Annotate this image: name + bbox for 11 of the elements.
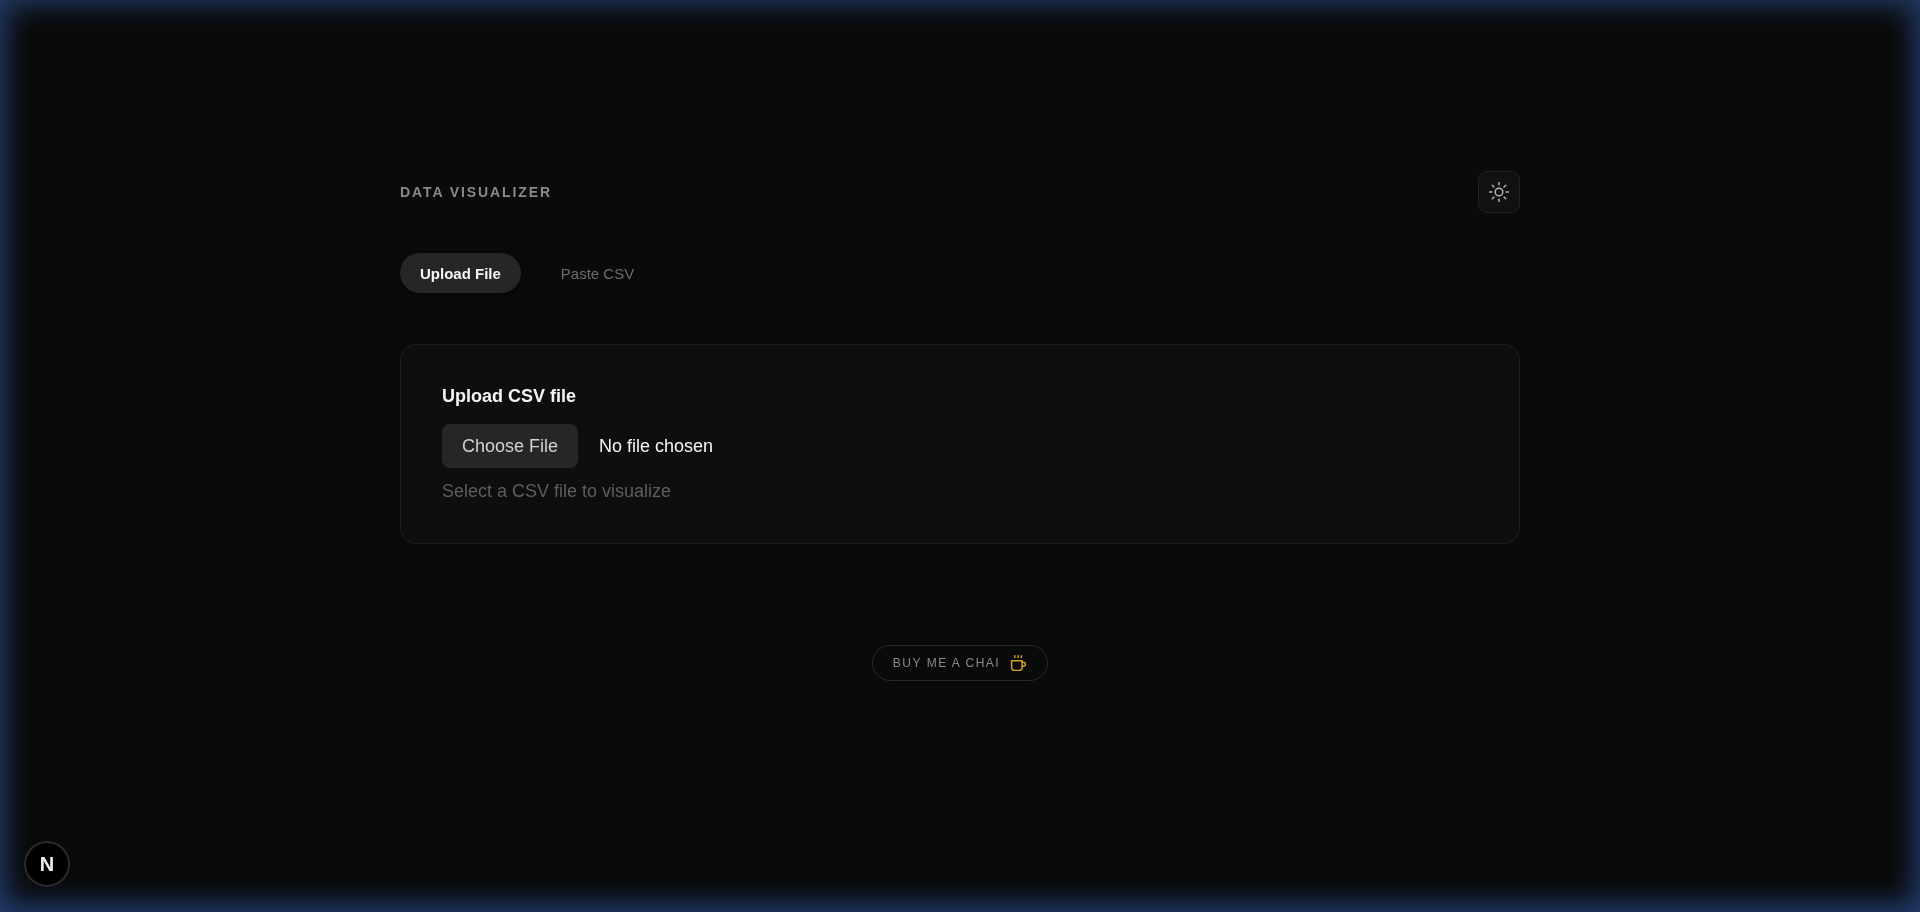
upload-label: Upload CSV file xyxy=(442,385,576,407)
dev-badge[interactable]: N xyxy=(24,841,70,887)
cup-icon xyxy=(1010,654,1028,672)
tab[interactable]: Paste CSV xyxy=(540,253,655,293)
choose-file-button[interactable]: Choose File xyxy=(442,424,579,468)
app-title: DATA VISUALIZER xyxy=(400,184,552,200)
theme-toggle-button[interactable] xyxy=(1478,171,1520,213)
file-status-text: No file chosen xyxy=(599,435,714,457)
upload-hint: Select a CSV file to visualize xyxy=(442,480,672,502)
sun-icon xyxy=(1489,182,1509,202)
tab[interactable]: Upload File xyxy=(400,253,521,293)
